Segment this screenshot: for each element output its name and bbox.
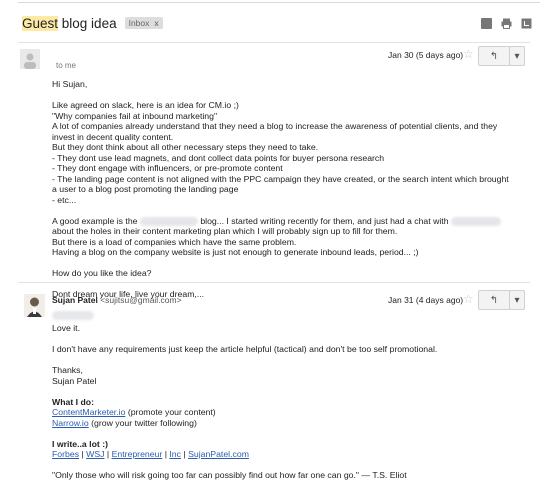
signature-line: ContentMarketer.io (promote your content… [52,407,522,418]
narrow-link[interactable]: Narrow.io [52,418,89,428]
example-text-a: A good example is the [52,215,140,226]
top-divider [18,2,540,3]
example-line: A good example is the blog... I started … [52,216,522,227]
sender-email: <sujitsu@gmail.com> [100,295,182,305]
wsj-link[interactable]: WSJ [86,449,104,459]
recipient-to[interactable]: to me [56,61,76,70]
redacted-person-name [450,216,501,226]
signature-heading: I write..a lot :) [52,438,108,449]
body-line: a user to a blog post promoting the land… [52,184,239,194]
inc-link[interactable]: Inc [169,449,181,459]
body-line: - They dont use lead magnets, and dont c… [52,152,385,163]
print-all-icon[interactable] [481,18,492,29]
body-line: Sujan Patel [52,375,97,386]
pub-separator: | [180,449,189,459]
body-line: But they dont think about all other nece… [52,142,319,152]
link-note: (promote your content) [125,407,216,417]
publications-line: Forbes | WSJ | Entrepreneur | Inc | Suja… [52,449,522,460]
redacted-recipient [52,311,94,320]
contentmarketer-link[interactable]: ContentMarketer.io [52,407,125,417]
reply-icon: ↰ [489,50,499,62]
sender-name[interactable]: Sujan Patel [52,295,98,305]
example-text-b: blog... I started writing recently for t… [197,215,451,226]
signature-heading: What I do: [52,396,94,407]
body-line: But there is a load of companies which h… [52,236,297,247]
entrepreneur-link[interactable]: Entrepreneur [112,449,163,459]
body-line: - They dont engage with influencers, or … [52,163,283,173]
forbes-link[interactable]: Forbes [52,449,79,459]
star-icon[interactable]: ☆ [463,292,474,306]
reply-button[interactable]: ↰ [478,290,510,310]
redacted-blog-name [139,216,198,226]
body-line: invest in decent quality content. [52,131,174,142]
remove-label-button[interactable]: x [154,18,158,28]
chevron-down-icon: ▾ [514,50,520,62]
quote-line: "Only those who will risk going too far … [52,470,407,480]
body-line: I don't have any requirements just keep … [52,344,438,354]
print-icon[interactable] [501,18,512,29]
thread-actions [481,18,532,29]
body-line: Thanks, [52,365,83,375]
subject-highlight: Guest [22,15,59,31]
message1-date: Jan 30 (5 days ago) [388,50,464,60]
body-line: - etc... [52,194,77,205]
thread-subject: Guest blog idea [22,15,117,31]
signature-line: Narrow.io (grow your twitter following) [52,418,522,429]
body-line: Love it. [52,323,81,333]
chevron-down-icon: ▾ [514,294,520,306]
subject-text: blog idea [58,15,117,31]
reply-icon: ↰ [489,294,499,306]
message1-divider [18,42,530,43]
reply-button[interactable]: ↰ [478,46,510,66]
more-options-button[interactable]: ▾ [509,46,525,66]
message1-body: Hi Sujan, Like agreed on slack, here is … [52,79,522,300]
more-options-button[interactable]: ▾ [509,290,525,310]
body-line: - The landing page content is not aligne… [52,173,509,184]
sender-line: Sujan Patel <sujitsu@gmail.com> [52,295,182,305]
question-line: How do you like the idea? [52,268,152,278]
thread-subject-row: Guest blog idea Inbox x [22,13,163,33]
inbox-label: Inbox x [124,17,163,29]
star-icon[interactable]: ☆ [463,47,474,61]
message2-divider [18,282,530,283]
pub-separator: | [104,449,112,459]
sujanpatel-link[interactable]: SujanPatel.com [188,449,249,459]
sender-avatar [24,294,45,317]
avatar-placeholder-icon [20,49,40,69]
greeting: Hi Sujan, [52,79,88,89]
body-line: A lot of companies already understand th… [52,121,498,131]
body-line: "Why companies fail at inbound marketing… [52,110,218,121]
new-window-icon[interactable] [521,18,532,29]
body-line: about the holes in their content marketi… [52,226,398,236]
body-line: Like agreed on slack, here is an idea fo… [52,100,239,110]
inbox-label-text: Inbox [128,18,150,28]
body-line: Having a blog on the company website is … [52,247,419,257]
link-note: (grow your twitter following) [88,417,197,428]
message2-date: Jan 31 (4 days ago) [388,295,464,305]
